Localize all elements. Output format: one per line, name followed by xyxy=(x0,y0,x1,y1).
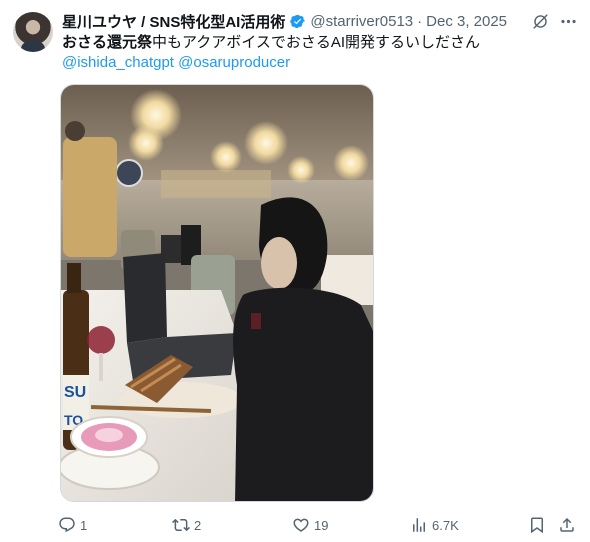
retweet-icon xyxy=(172,518,190,532)
reply-button[interactable]: 1 xyxy=(58,514,87,536)
author-handle[interactable]: @starriver0513 xyxy=(310,13,413,30)
views-count: 6.7K xyxy=(432,517,459,533)
author-avatar[interactable] xyxy=(13,12,53,52)
share-button[interactable] xyxy=(558,514,576,536)
author-display-name[interactable]: 星川ユウヤ / SNS特化型AI活用術 xyxy=(62,11,285,32)
separator-dot: · xyxy=(417,12,423,30)
like-button[interactable]: 19 xyxy=(292,514,328,536)
more-icon[interactable] xyxy=(558,11,578,31)
tweet-actions: 1 2 19 6.7K xyxy=(58,514,576,536)
bottle-label-1: SU xyxy=(64,384,86,401)
like-count: 19 xyxy=(314,517,329,533)
mention-link[interactable]: @ishida_chatgpt xyxy=(62,54,174,71)
bookmark-button[interactable] xyxy=(528,514,546,536)
tweet-date[interactable]: Dec 3, 2025 xyxy=(426,13,507,30)
tweet-text-bold: おさる還元祭 xyxy=(62,34,153,51)
reply-count: 1 xyxy=(80,517,88,533)
tweet-card[interactable]: 星川ユウヤ / SNS特化型AI活用術 @starriver0513 · Dec… xyxy=(0,0,590,542)
views-icon xyxy=(413,518,425,532)
verified-badge-icon[interactable] xyxy=(289,13,306,30)
photo-illustration: SU TO xyxy=(61,85,373,501)
tweet-text-rest: 中もアクアボイスでおさるAI開発するいしださん xyxy=(152,34,480,51)
bookmark-icon xyxy=(531,517,543,534)
share-icon xyxy=(560,517,574,532)
repost-button[interactable]: 2 xyxy=(172,514,201,536)
tweet-text: おさる還元祭中もアクアボイスでおさるAI開発するいしださん xyxy=(62,33,480,53)
tweet-photo[interactable]: SU TO xyxy=(60,84,374,502)
views-button[interactable]: 6.7K xyxy=(410,514,459,536)
reply-icon xyxy=(59,517,75,533)
mention-link[interactable]: @osaruproducer xyxy=(178,54,290,71)
grok-icon[interactable] xyxy=(530,11,550,31)
tweet-mentions: @ishida_chatgpt @osaruproducer xyxy=(62,53,290,73)
like-icon xyxy=(293,518,309,532)
tweet-header: 星川ユウヤ / SNS特化型AI活用術 @starriver0513 · Dec… xyxy=(62,11,580,31)
repost-count: 2 xyxy=(194,517,202,533)
